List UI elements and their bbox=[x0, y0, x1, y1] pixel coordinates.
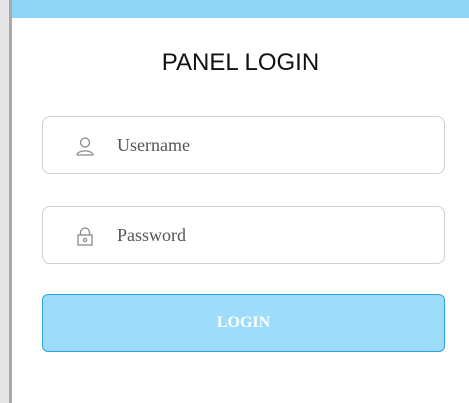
left-shade bbox=[0, 0, 9, 403]
login-page: PANEL LOGIN Username Password LOGIN bbox=[0, 0, 469, 403]
lock-icon bbox=[75, 226, 95, 246]
username-field[interactable]: Username bbox=[42, 116, 445, 174]
login-button[interactable]: LOGIN bbox=[42, 294, 445, 352]
top-accent-bar bbox=[12, 0, 469, 18]
password-field[interactable]: Password bbox=[42, 206, 445, 264]
user-icon bbox=[75, 136, 95, 156]
username-input[interactable]: Username bbox=[117, 135, 190, 156]
password-input[interactable]: Password bbox=[117, 225, 186, 246]
panel-title: PANEL LOGIN bbox=[161, 49, 320, 76]
